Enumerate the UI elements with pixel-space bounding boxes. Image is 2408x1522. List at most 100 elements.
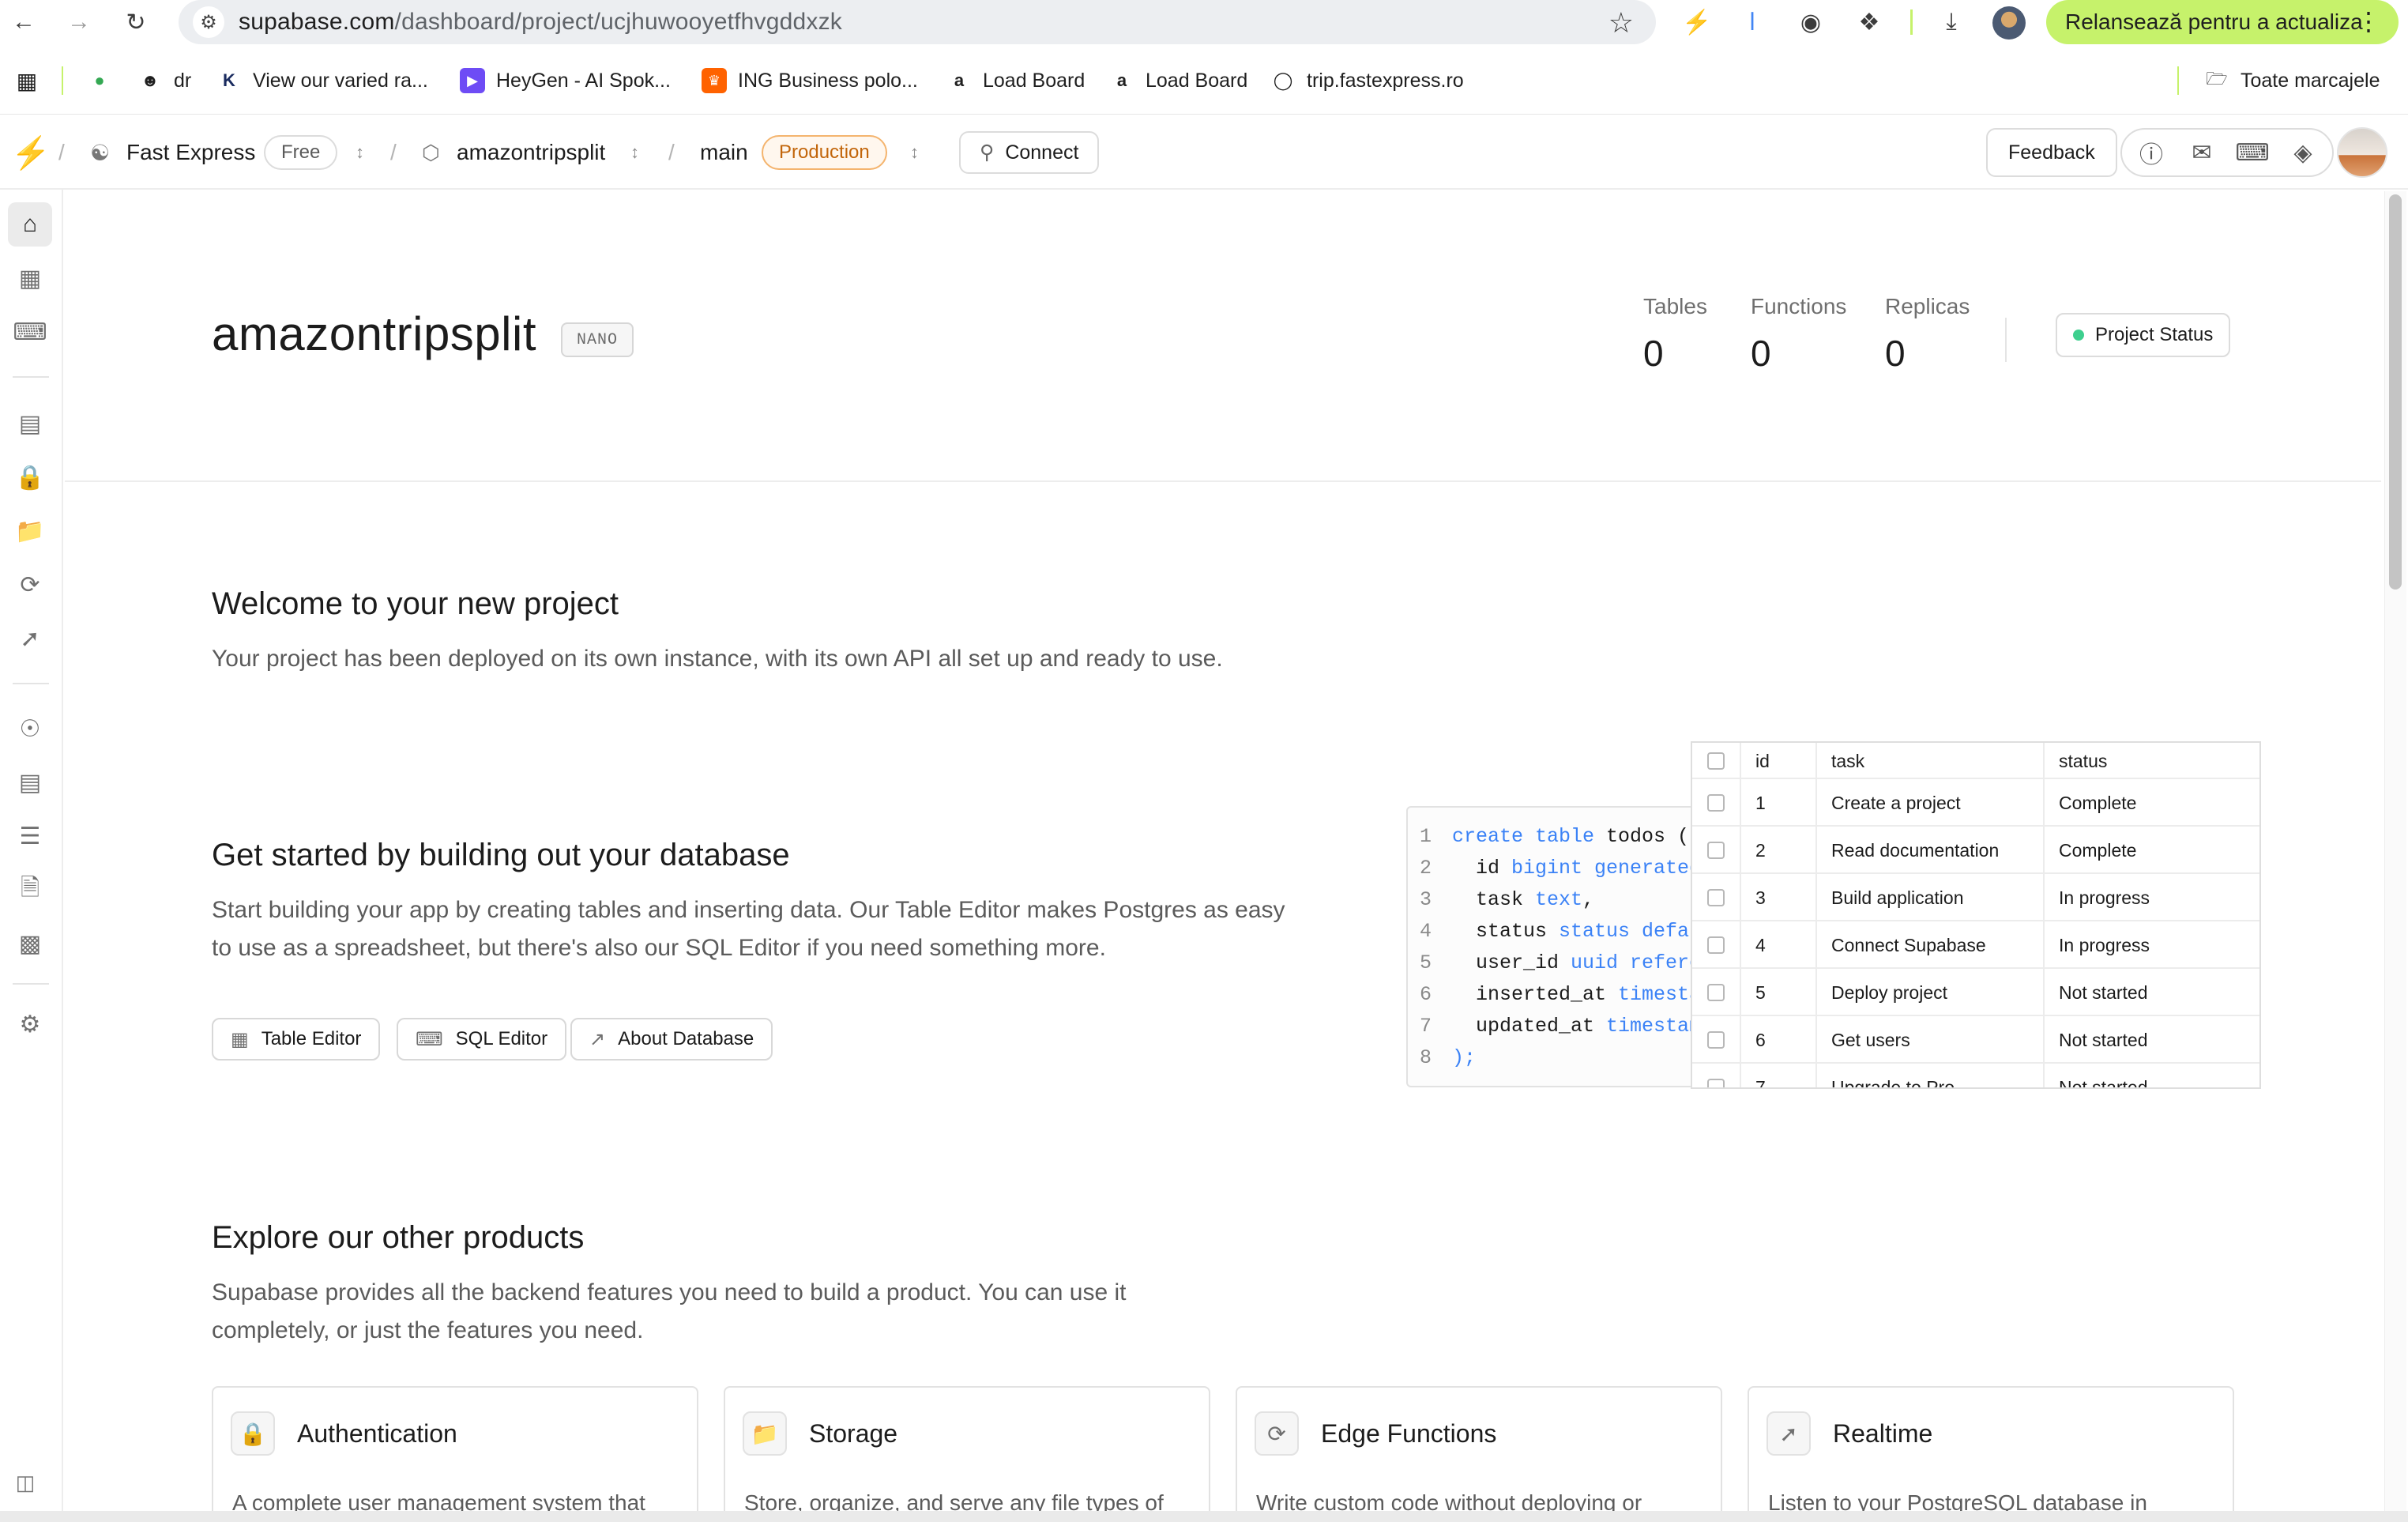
database-icon[interactable]: ▤ (8, 401, 52, 446)
stat-tables[interactable]: Tables 0 (1643, 294, 1707, 375)
table-row[interactable]: 7 Upgrade to Pro Not started (1692, 1064, 2259, 1087)
table-editor-icon[interactable]: ▦ (8, 256, 52, 300)
org-switcher-chevron-icon[interactable]: ↕ (356, 115, 364, 190)
table-cell: Connect Supabase (1817, 921, 2045, 969)
row-checkbox[interactable] (1692, 1016, 1741, 1064)
project-switcher-chevron-icon[interactable]: ↕ (630, 115, 639, 190)
advisor-icon[interactable]: ◈ (2286, 136, 2320, 169)
bookmark-item[interactable]: a Load Board (1109, 55, 1247, 106)
branch-name[interactable]: main (700, 115, 748, 190)
k-logo-icon: K (223, 70, 235, 90)
bookmark-item[interactable]: ☻ dr (137, 55, 191, 106)
forward-arrow-icon[interactable]: → (62, 5, 96, 40)
code-keyword: text (1535, 887, 1583, 911)
table-row[interactable]: 5 Deploy project Not started (1692, 969, 2259, 1016)
table-cell: 4 (1741, 921, 1817, 969)
table-row[interactable]: 2 Read documentation Complete (1692, 827, 2259, 874)
more-menu-icon[interactable]: ⋮ (2356, 6, 2381, 36)
table-editor-button[interactable]: ▦ Table Editor (212, 1018, 381, 1061)
row-checkbox[interactable] (1692, 779, 1741, 827)
back-arrow-icon[interactable]: ← (6, 5, 41, 40)
reload-icon[interactable]: ↻ (119, 5, 153, 40)
page-scrollbar-thumb[interactable] (2389, 194, 2402, 590)
project-name[interactable]: amazontripsplit (457, 115, 605, 190)
row-checkbox[interactable] (1692, 827, 1741, 874)
extension-mask-icon[interactable]: ◉ (1795, 6, 1827, 38)
stat-replicas[interactable]: Replicas 0 (1885, 294, 1970, 375)
table-cell: Upgrade to Pro (1817, 1064, 2045, 1087)
lightning-extension-icon[interactable]: ⚡ (1681, 6, 1713, 38)
row-checkbox[interactable] (1692, 874, 1741, 921)
edge-functions-icon[interactable]: ⟳ (8, 563, 52, 607)
table-cell: 3 (1741, 874, 1817, 921)
table-row[interactable]: 6 Get users Not started (1692, 1016, 2259, 1064)
download-icon[interactable]: ⤓ (1936, 6, 1967, 38)
breadcrumb-separator: / (390, 140, 397, 164)
translate-icon[interactable]: ا (1736, 6, 1768, 38)
advisors-lightbulb-icon[interactable]: ☉ (8, 706, 52, 751)
edge-function-icon: ⟳ (1255, 1411, 1299, 1456)
select-all-checkbox[interactable] (1692, 743, 1741, 779)
relaunch-update-button[interactable]: Relansează pentru a actualiza ⋮ (2046, 0, 2399, 44)
column-header: id (1741, 743, 1817, 779)
code-keyword: ); (1452, 1045, 1477, 1069)
github-icon: ☻ (141, 70, 160, 90)
product-card-storage[interactable]: 📁 Storage Store, organize, and serve any… (724, 1386, 1210, 1522)
logs-list-icon[interactable]: ☰ (8, 814, 52, 858)
reports-chart-icon[interactable]: ▤ (8, 760, 52, 804)
status-dot-icon (2073, 330, 2084, 341)
bookmark-item[interactable]: ▶ HeyGen - AI Spok... (460, 55, 671, 106)
authentication-icon[interactable]: 🔒 (8, 455, 52, 499)
code-text: updated_at (1452, 1014, 1607, 1038)
production-badge: Production (762, 115, 887, 190)
supabase-logo-icon[interactable]: ⚡ (11, 115, 51, 190)
sql-editor-button[interactable]: ⌨ SQL Editor (397, 1018, 567, 1061)
url-text[interactable]: supabase.com/dashboard/project/ucjhuwooy… (239, 9, 842, 36)
org-name[interactable]: Fast Express (126, 115, 255, 190)
bookmark-star-icon[interactable]: ☆ (1608, 6, 1634, 40)
product-card-authentication[interactable]: 🔒 Authentication A complete user managem… (212, 1386, 698, 1522)
maps-pin-icon[interactable]: ● (87, 55, 123, 106)
row-checkbox[interactable] (1692, 969, 1741, 1016)
address-bar[interactable]: ⚙ supabase.com/dashboard/project/ucjhuwo… (179, 0, 1656, 44)
about-database-button[interactable]: ↗ About Database (570, 1018, 773, 1061)
integrations-icon[interactable]: ▩ (8, 921, 52, 966)
api-docs-icon[interactable]: 🗎 (8, 868, 52, 912)
storage-icon[interactable]: 📁 (8, 509, 52, 553)
feedback-button[interactable]: Feedback (1986, 115, 2117, 190)
sidebar-collapse-icon[interactable]: ◫ (9, 1467, 41, 1498)
table-row[interactable]: 4 Connect Supabase In progress (1692, 921, 2259, 969)
table-row[interactable]: 1 Create a project Complete (1692, 779, 2259, 827)
terminal-icon[interactable]: ⌨ (2235, 136, 2269, 169)
code-line: 3 task text, (1408, 883, 1594, 915)
bookmark-item[interactable]: a Load Board (946, 55, 1085, 106)
all-bookmarks-folder[interactable]: 🗁 Toate marcajele (2204, 55, 2380, 106)
table-cell: 5 (1741, 969, 1817, 1016)
sql-editor-icon[interactable]: ⌨ (8, 310, 52, 354)
bookmark-item[interactable]: ♛ ING Business polo... (702, 55, 918, 106)
help-icon[interactable]: ⓘ (2135, 136, 2168, 169)
inbox-icon[interactable]: ✉ (2185, 136, 2218, 169)
products-heading: Explore our other products (212, 1220, 585, 1255)
table-row[interactable]: 3 Build application In progress (1692, 874, 2259, 921)
site-settings-icon[interactable]: ⚙ (193, 6, 224, 38)
stat-functions[interactable]: Functions 0 (1751, 294, 1846, 375)
product-card-realtime[interactable]: ➚ Realtime Listen to your PostgreSQL dat… (1748, 1386, 2234, 1522)
apps-grid-icon[interactable]: ▦ (14, 55, 51, 106)
product-card-edge-functions[interactable]: ⟳ Edge Functions Write custom code witho… (1236, 1386, 1722, 1522)
row-checkbox[interactable] (1692, 921, 1741, 969)
browser-profile-avatar[interactable] (1992, 6, 2026, 40)
bookmark-item[interactable]: ◯ trip.fastexpress.ro (1270, 55, 1464, 106)
project-status-button[interactable]: Project Status (2056, 313, 2231, 357)
connect-button[interactable]: ⚲ Connect (959, 115, 1100, 190)
row-checkbox[interactable] (1692, 1064, 1741, 1087)
puzzle-extensions-icon[interactable]: ❖ (1853, 6, 1885, 38)
user-avatar[interactable] (2337, 115, 2387, 190)
bookmark-item[interactable]: K View our varied ra... (216, 55, 428, 106)
table-cell: Not started (2059, 981, 2148, 1003)
realtime-icon[interactable]: ➚ (8, 616, 52, 661)
code-text: user_id (1452, 951, 1571, 974)
branch-switcher-chevron-icon[interactable]: ↕ (910, 115, 919, 190)
home-icon[interactable]: ⌂ (8, 202, 52, 247)
settings-gear-icon[interactable]: ⚙ (8, 1002, 52, 1046)
